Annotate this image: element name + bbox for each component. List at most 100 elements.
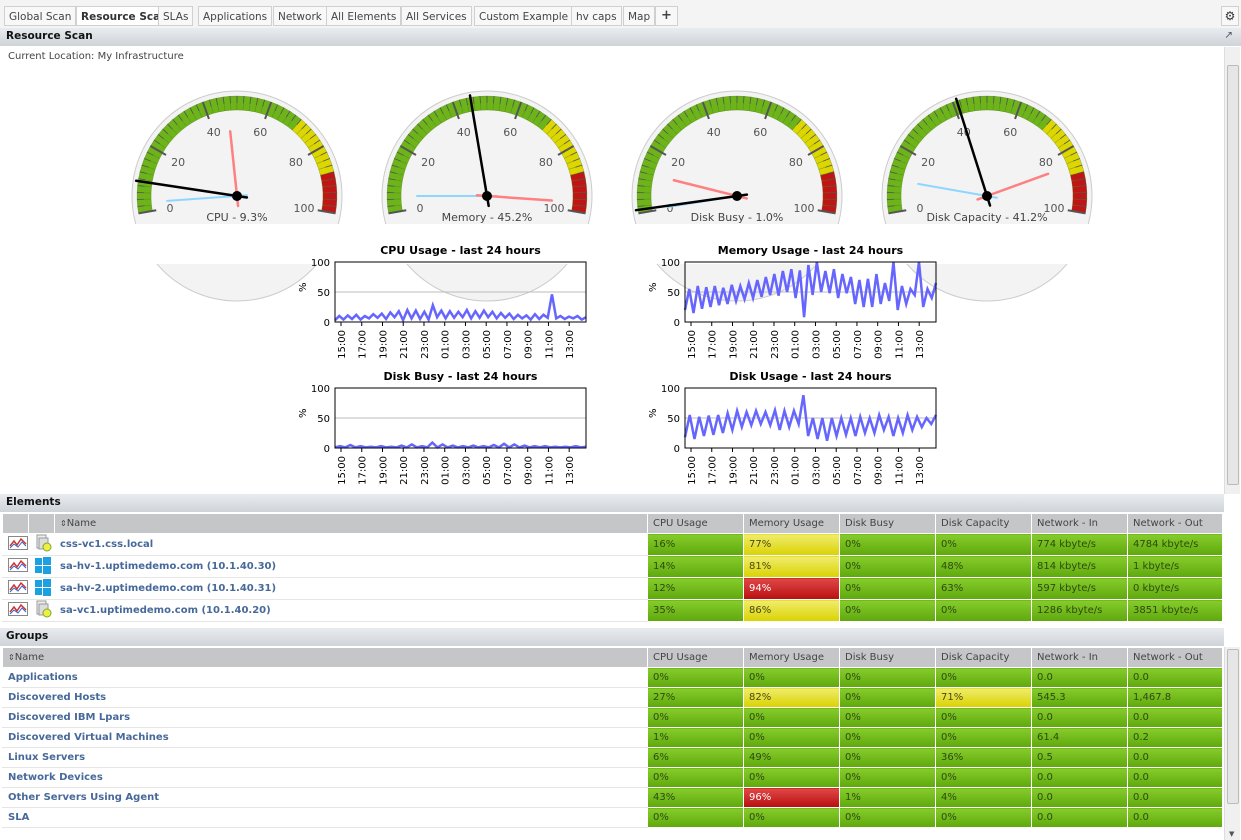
row-name-link[interactable]: css-vc1.css.local: [54, 533, 648, 556]
column-header[interactable]: Memory Usage: [743, 513, 840, 534]
metric-cell: 1%: [839, 787, 936, 808]
column-header[interactable]: CPU Usage: [647, 647, 744, 668]
metric-cell: 86%: [743, 599, 840, 622]
x-tick-label: 09:00: [524, 330, 535, 359]
column-header-label: CPU Usage: [653, 652, 708, 663]
column-header[interactable]: Disk Busy: [839, 647, 936, 668]
x-tick-label: 13:00: [915, 456, 926, 485]
column-header[interactable]: ⇕Name: [54, 513, 648, 534]
column-header[interactable]: Disk Busy: [839, 513, 936, 534]
table-row: Applications 0% 0% 0% 0% 0.0 0.0: [2, 667, 1223, 688]
column-header[interactable]: Network - Out: [1127, 513, 1223, 534]
metric-cell: 0%: [935, 707, 1032, 728]
row-name-link[interactable]: Network Devices: [2, 767, 648, 788]
metric-cell: 0%: [647, 807, 744, 828]
gauge-tick-label: 80: [1039, 156, 1053, 169]
row-name-link[interactable]: Discovered Hosts: [2, 687, 648, 708]
x-tick-label: 15:00: [337, 330, 348, 359]
row-name-link[interactable]: Discovered IBM Lpars: [2, 707, 648, 728]
metric-cell: 43%: [647, 787, 744, 808]
x-tick-label: 01:00: [791, 456, 802, 485]
y-tick-label: 100: [311, 384, 330, 395]
x-tick-label: 15:00: [337, 456, 348, 485]
column-header-label: Network - In: [1037, 518, 1099, 529]
groups-table: ⇕Name CPU Usage Memory Usage Disk Busy Disk …: [2, 647, 1223, 828]
x-tick-label: 09:00: [874, 456, 885, 485]
popout-icon[interactable]: ↗: [1224, 29, 1233, 41]
row-name-link[interactable]: Linux Servers: [2, 747, 648, 768]
x-tick-label: 03:00: [461, 330, 472, 359]
gauge-tick-label: 0: [167, 202, 174, 215]
graph-icon[interactable]: [2, 533, 29, 556]
windows-icon: [28, 577, 55, 600]
metric-cell: 77%: [743, 533, 840, 556]
row-name-link[interactable]: Applications: [2, 667, 648, 688]
row-name-link[interactable]: sa-hv-1.uptimedemo.com (10.1.40.30): [54, 555, 648, 578]
y-axis-label: %: [298, 282, 309, 292]
x-tick-label: 21:00: [399, 456, 410, 485]
row-name-link[interactable]: sa-hv-2.uptimedemo.com (10.1.40.31): [54, 577, 648, 600]
table-row: Network Devices 0% 0% 0% 0% 0.0 0.0: [2, 767, 1223, 788]
column-header-label: Name: [66, 518, 97, 529]
y-axis-label: %: [648, 408, 659, 418]
metric-cell: 774 kbyte/s: [1031, 533, 1128, 556]
graph-icon[interactable]: [2, 599, 29, 622]
scrollbar-bottom[interactable]: ▼: [1224, 647, 1240, 840]
row-name-link[interactable]: Discovered Virtual Machines: [2, 727, 648, 748]
metric-cell: 0%: [743, 807, 840, 828]
graph-icon[interactable]: [2, 577, 29, 600]
groups-header: Groups: [0, 628, 1224, 646]
elements-title: Elements: [6, 496, 61, 508]
gauge-tick-label: 20: [921, 156, 935, 169]
sort-icon: ⇕: [8, 653, 15, 662]
column-header-label: Disk Busy: [845, 652, 894, 663]
metric-cell: 1%: [647, 727, 744, 748]
table-row: SLA 0% 0% 0% 0% 0.0 0.0: [2, 807, 1223, 828]
scrollbar-top[interactable]: [1224, 47, 1240, 494]
gauge: 02040 6080100Disk Capacity - 41.2%: [879, 90, 1095, 302]
x-tick-label: 03:00: [461, 456, 472, 485]
x-tick-label: 05:00: [832, 456, 843, 485]
metric-cell: 96%: [743, 787, 840, 808]
metric-cell: 0%: [743, 727, 840, 748]
column-header[interactable]: Disk Capacity: [935, 647, 1032, 668]
y-tick-label: 0: [674, 444, 680, 455]
y-axis-label: %: [648, 282, 659, 292]
metric-cell: 0%: [647, 767, 744, 788]
gauge-tick-label: 80: [539, 156, 553, 169]
column-header-label: Disk Capacity: [941, 652, 1010, 663]
metric-cell: 81%: [743, 555, 840, 578]
elements-header: Elements: [0, 494, 1224, 512]
metric-cell: 0%: [839, 727, 936, 748]
metric-cell: 71%: [935, 687, 1032, 708]
metric-cell: 36%: [935, 747, 1032, 768]
x-tick-label: 11:00: [894, 456, 905, 485]
metric-cell: 0.0: [1127, 787, 1223, 808]
x-tick-label: 01:00: [441, 330, 452, 359]
row-name-link[interactable]: SLA: [2, 807, 648, 828]
column-header[interactable]: CPU Usage: [647, 513, 744, 534]
x-tick-label: 17:00: [708, 456, 719, 485]
gauge-tick-label: 80: [289, 156, 303, 169]
row-name-link[interactable]: sa-vc1.uptimedemo.com (10.1.40.20): [54, 599, 648, 622]
x-tick-label: 21:00: [749, 456, 760, 485]
column-header[interactable]: Disk Capacity: [935, 513, 1032, 534]
column-header[interactable]: Network - Out: [1127, 647, 1223, 668]
row-name-link[interactable]: Other Servers Using Agent: [2, 787, 648, 808]
gauge: 0 20 40 60 80 100 Memory - 45.2%: [379, 90, 595, 302]
settings-gear-icon[interactable]: ⚙: [1221, 6, 1239, 26]
column-header[interactable]: Network - In: [1031, 647, 1128, 668]
chart-title: CPU Usage - last 24 hours: [380, 244, 541, 257]
metric-cell: 0%: [935, 727, 1032, 748]
metric-cell: 0.0: [1127, 667, 1223, 688]
column-header[interactable]: Memory Usage: [743, 647, 840, 668]
column-header[interactable]: Network - In: [1031, 513, 1128, 534]
column-header[interactable]: ⇕Name: [2, 647, 648, 668]
graph-icon[interactable]: [2, 555, 29, 578]
metric-cell: 597 kbyte/s: [1031, 577, 1128, 600]
metric-cell: 0%: [935, 533, 1032, 556]
y-tick-label: 50: [317, 288, 330, 299]
x-tick-label: 01:00: [791, 330, 802, 359]
column-header-label: Network - In: [1037, 652, 1099, 663]
metric-cell: 6%: [647, 747, 744, 768]
